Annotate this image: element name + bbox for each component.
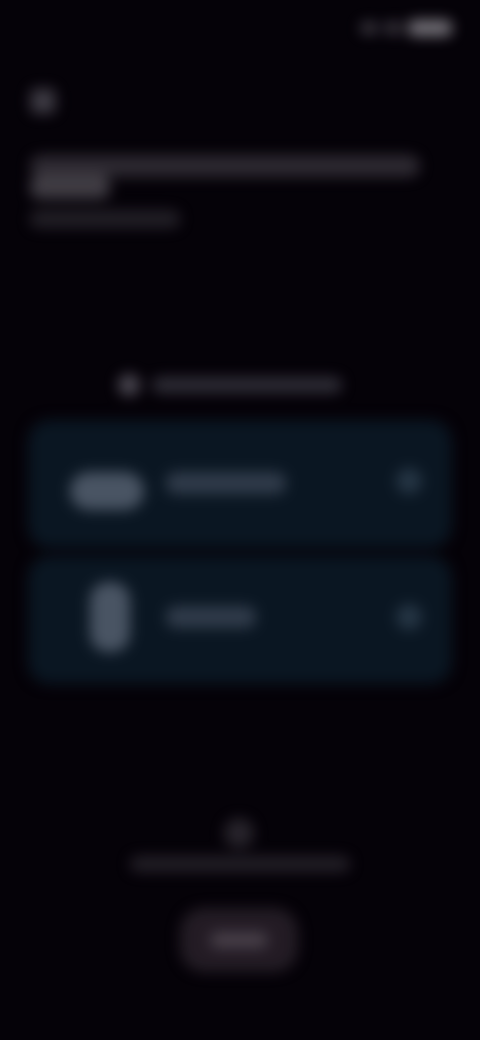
wifi-icon <box>384 22 402 34</box>
info-icon <box>118 374 140 396</box>
cloud-icon <box>70 472 144 510</box>
battery-icon <box>408 20 452 36</box>
phone-icon <box>90 582 130 652</box>
footer-button[interactable] <box>180 908 298 972</box>
section-header <box>118 370 358 400</box>
back-arrow-icon: ‹ <box>40 91 46 111</box>
footer-text <box>130 856 350 872</box>
back-button[interactable]: ‹ <box>30 88 56 114</box>
option-card-cloud[interactable] <box>28 420 452 548</box>
status-time <box>32 18 122 38</box>
chevron-right-icon <box>396 468 422 494</box>
blurred-content: ‹ <box>0 0 480 1040</box>
page-title <box>30 150 430 184</box>
status-icons <box>332 18 452 38</box>
screen: ‹ <box>0 0 480 1040</box>
section-label <box>152 377 342 393</box>
option-card-phone[interactable] <box>28 556 452 684</box>
lock-icon <box>224 818 254 848</box>
chevron-right-icon <box>396 604 422 630</box>
signal-icon <box>360 22 378 34</box>
option-label <box>166 606 256 628</box>
footer-button-label <box>210 932 268 948</box>
option-label <box>166 472 286 494</box>
page-subtitle <box>30 210 180 228</box>
